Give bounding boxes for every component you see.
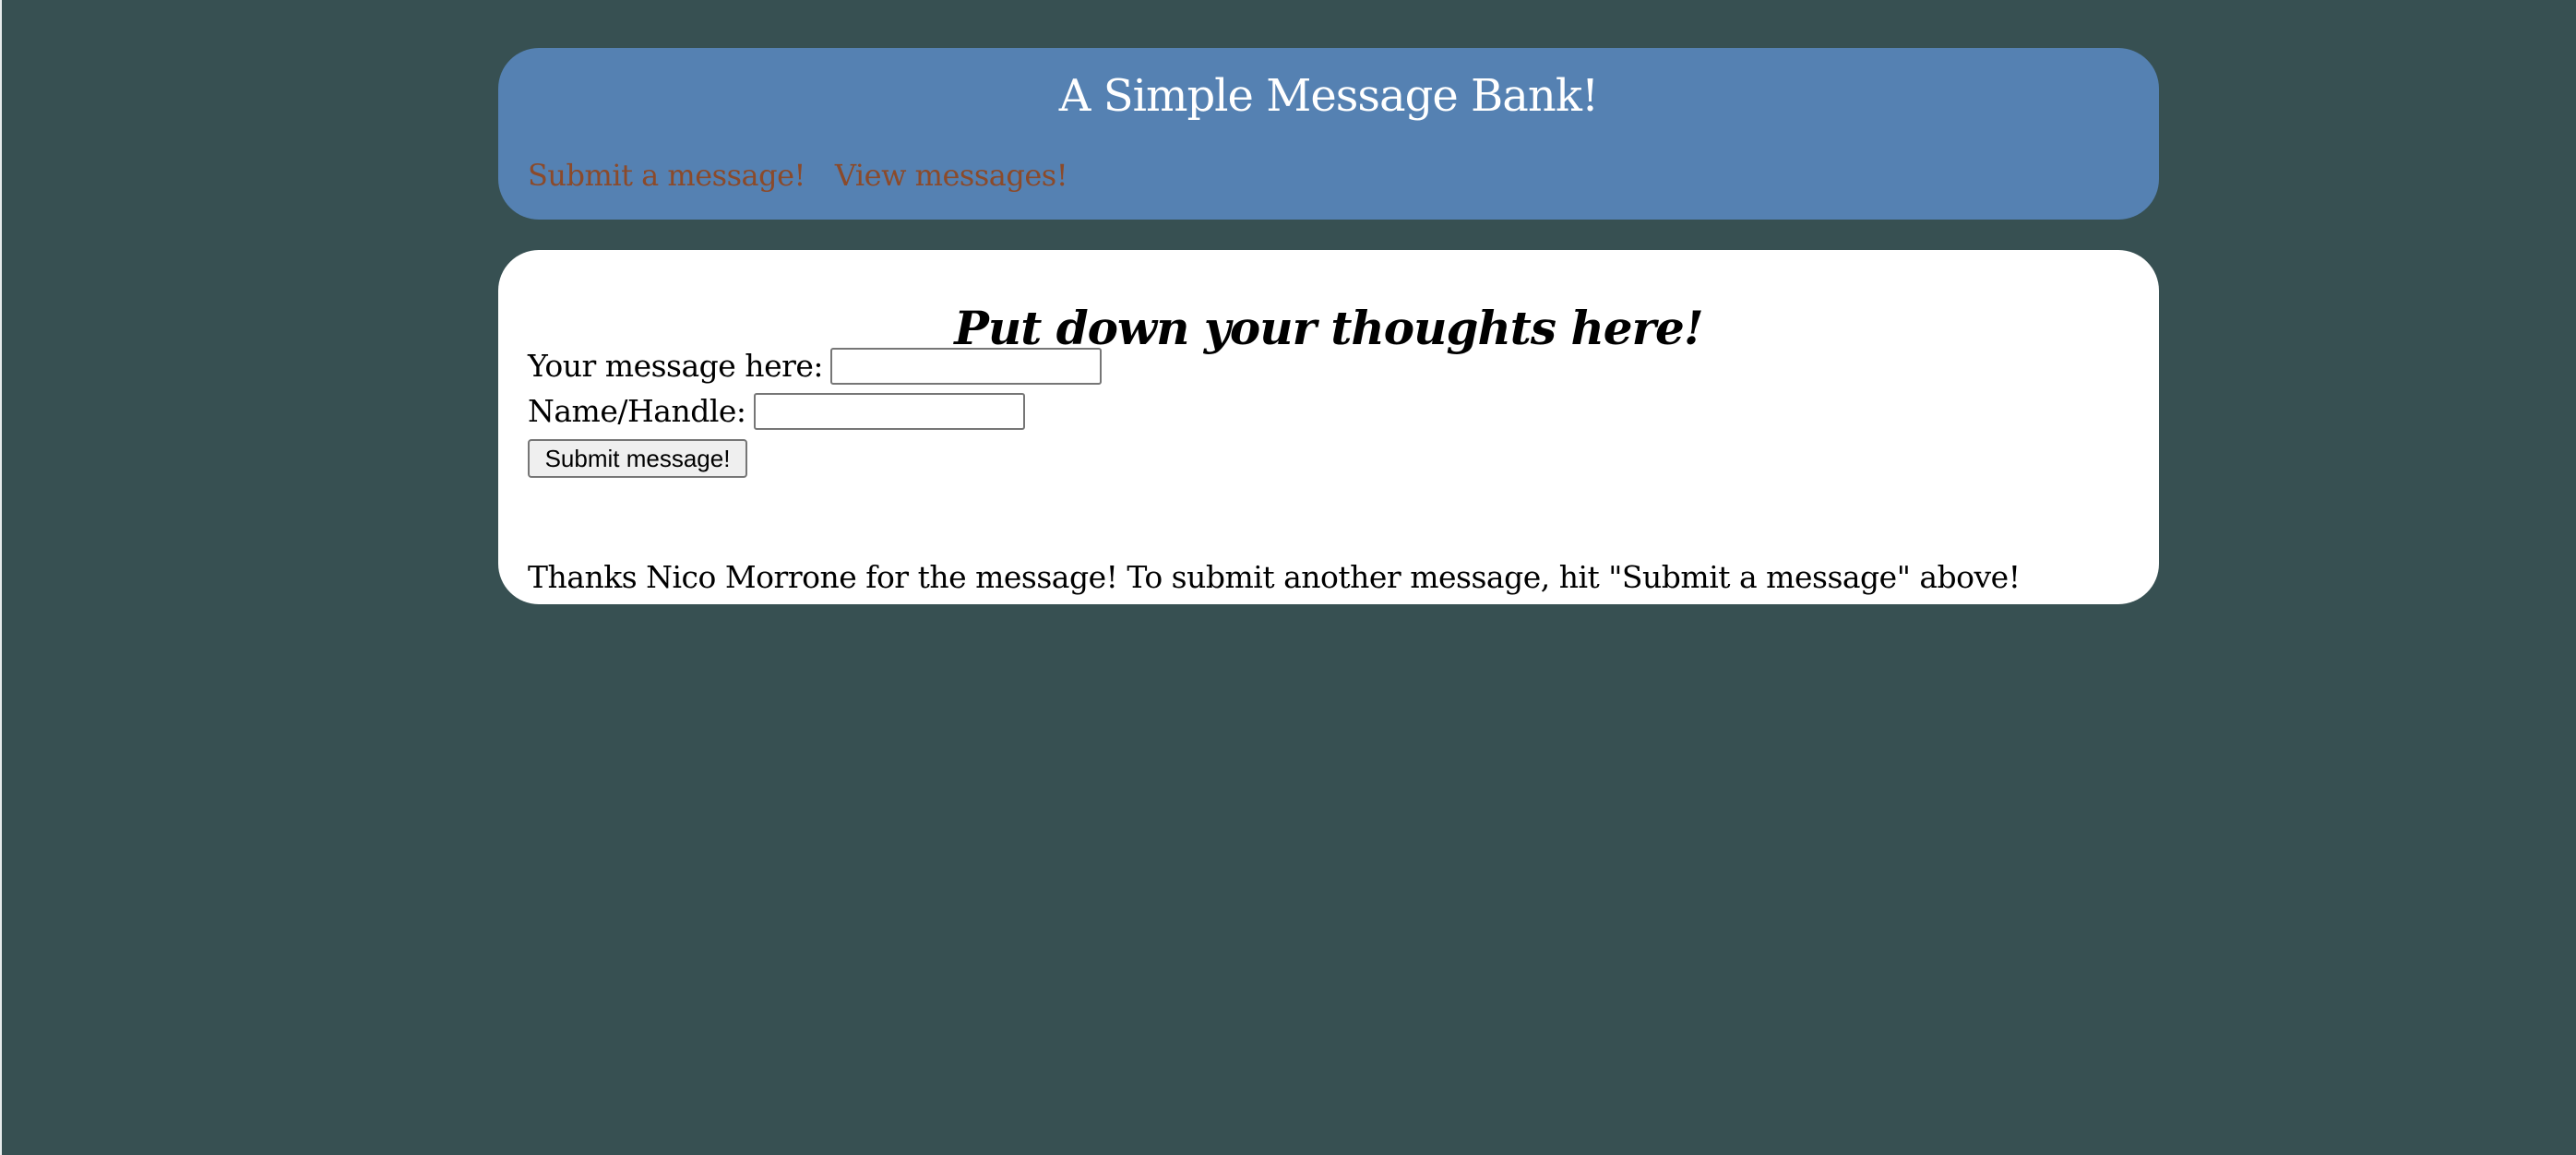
message-input[interactable] xyxy=(830,348,1103,385)
confirmation-message: Thanks Nico Morrone for the message! To … xyxy=(528,559,2021,595)
message-field-row: Your message here: xyxy=(528,348,1103,385)
submit-message-button[interactable]: Submit message! xyxy=(528,439,747,478)
page-left-edge xyxy=(0,0,2,1155)
site-title: A Simple Message Bank! xyxy=(1058,70,1599,122)
main-nav: Submit a message! View messages! xyxy=(528,157,1068,194)
site-header: A Simple Message Bank! Submit a message!… xyxy=(498,48,2159,220)
name-field-row: Name/Handle: xyxy=(528,393,1025,430)
nav-view-messages-link[interactable]: View messages! xyxy=(835,157,1068,194)
name-handle-input[interactable] xyxy=(753,393,1025,430)
nav-submit-message-link[interactable]: Submit a message! xyxy=(528,157,805,194)
message-form-card: Put down your thoughts here! Your messag… xyxy=(498,250,2159,604)
name-handle-label: Name/Handle: xyxy=(528,393,746,429)
message-label: Your message here: xyxy=(528,348,824,384)
